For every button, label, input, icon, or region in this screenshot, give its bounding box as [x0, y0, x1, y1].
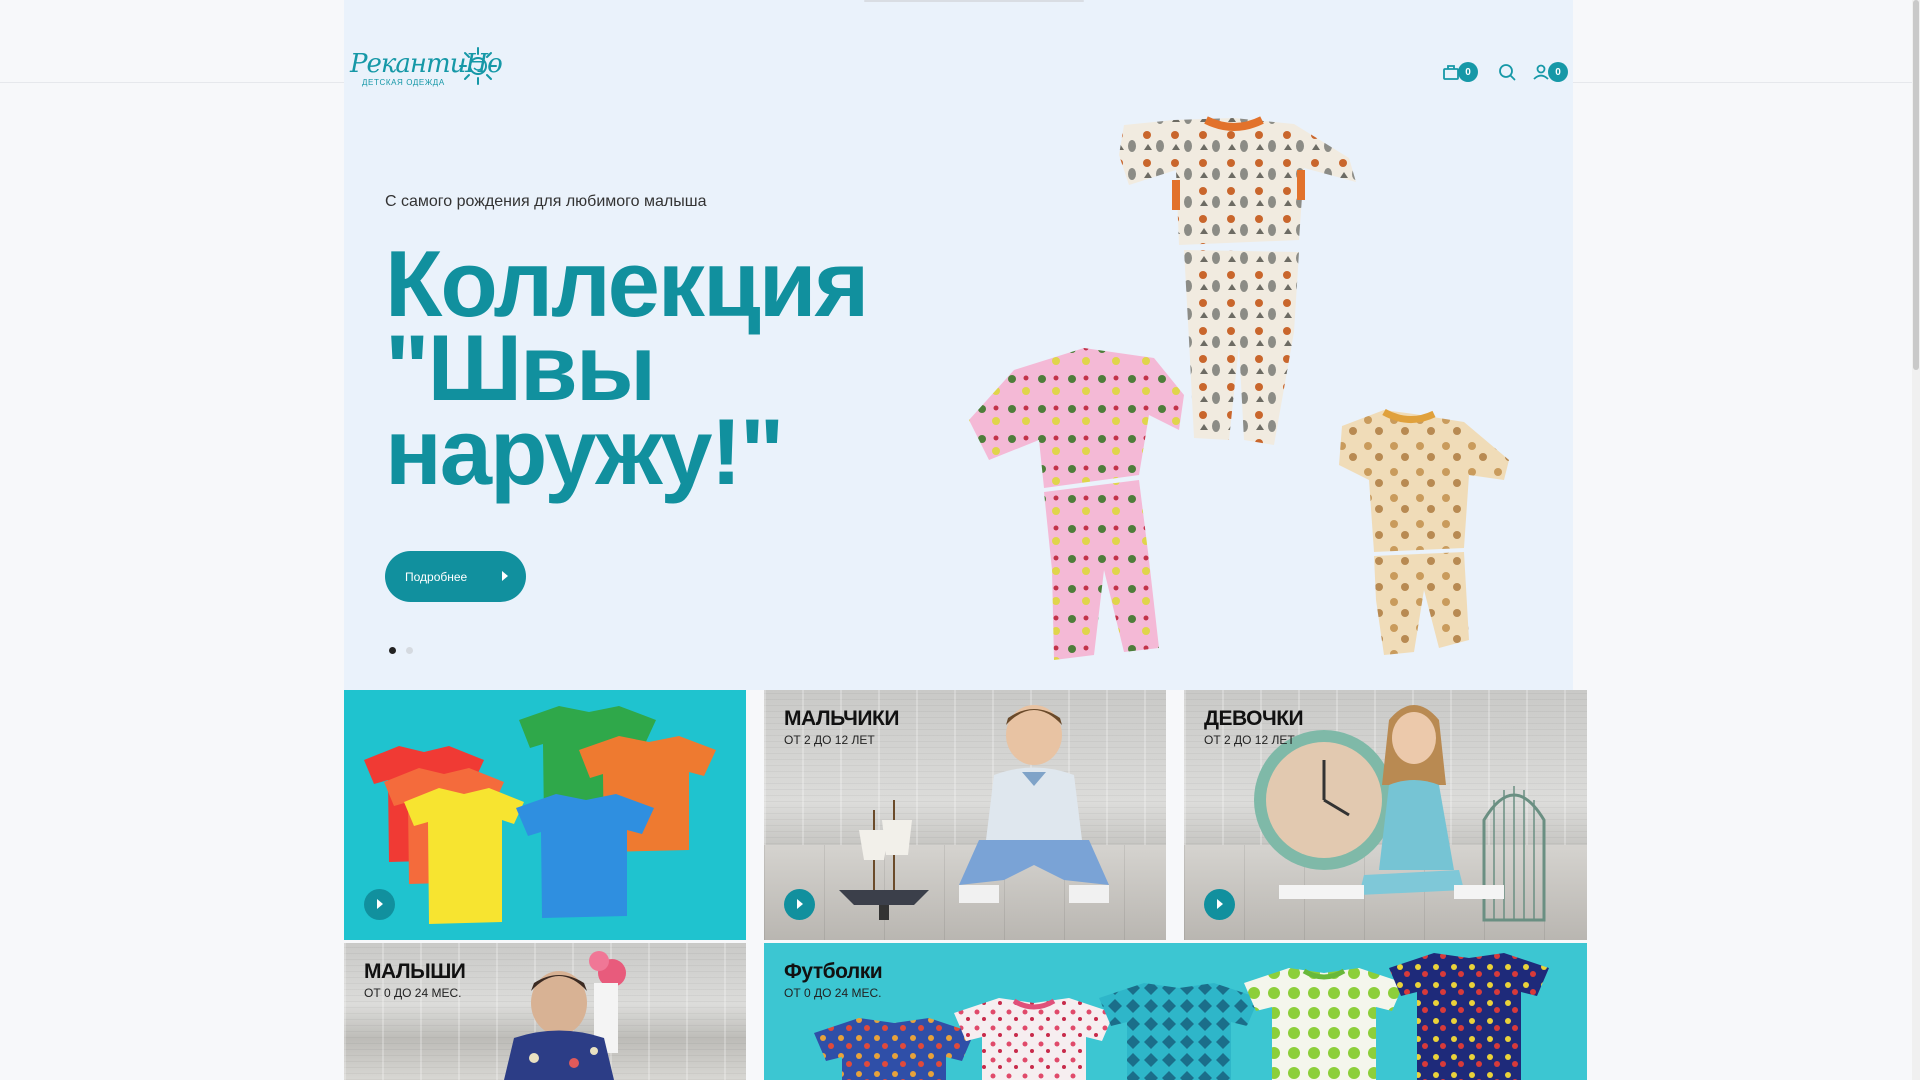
header-actions: 0 0 [1441, 60, 1573, 84]
tile-subtitle: ОТ 0 ДО 24 МЕС. [784, 986, 882, 1000]
tile-title: МАЛЫШИ [364, 960, 466, 983]
site-logo[interactable]: РекантиНо ДЕТСКАЯ ОДЕЖДА [350, 46, 503, 90]
more-button[interactable]: Подробнее [385, 551, 526, 602]
top-strip [864, 0, 1084, 2]
page: РекантиНо ДЕТСКАЯ ОДЕЖДА 0 0 С самого ро… [344, 0, 1588, 1080]
tile-title: МАЛЬЧИКИ [784, 707, 899, 730]
tile-subtitle: ОТ 0 ДО 24 МЕС. [364, 986, 462, 1000]
tile-title: Футболки [784, 960, 883, 983]
hero-title-line: наружу!" [385, 399, 784, 504]
tile-arrow-button[interactable] [1204, 889, 1235, 920]
hero-banner: РекантиНо ДЕТСКАЯ ОДЕЖДА 0 0 С самого ро… [344, 0, 1573, 690]
search-icon[interactable] [1497, 62, 1517, 82]
tile-subtitle: ОТ 2 ДО 12 ЛЕТ [784, 733, 875, 747]
hero-subtitle: С самого рождения для любимого малыша [385, 193, 707, 210]
tile-arrow-button[interactable] [784, 889, 815, 920]
scrollbar[interactable] [1912, 0, 1920, 1080]
chevron-right-icon [502, 571, 508, 581]
logo-tagline: ДЕТСКАЯ ОДЕЖДА [362, 78, 445, 87]
slider-dot[interactable] [406, 647, 413, 654]
category-tile-tshirts-colors[interactable] [344, 690, 746, 940]
site-header: РекантиНо ДЕТСКАЯ ОДЕЖДА 0 0 [344, 40, 1573, 90]
category-tile-girls[interactable]: ДЕВОЧКИ ОТ 2 ДО 12 ЛЕТ [1184, 690, 1587, 940]
sun-icon [459, 47, 497, 85]
account-button[interactable]: 0 [1531, 60, 1573, 84]
category-tile-tshirts[interactable]: Футболки ОТ 0 ДО 24 МЕС. [764, 943, 1587, 1080]
slider-dot-active[interactable] [389, 647, 396, 654]
tile-arrow-button[interactable] [364, 889, 395, 920]
cart-button[interactable]: 0 [1441, 60, 1483, 84]
printed-tshirts-image [814, 953, 1549, 1080]
tile-title: ДЕВОЧКИ [1204, 707, 1304, 730]
category-tile-boys[interactable]: МАЛЬЧИКИ ОТ 2 ДО 12 ЛЕТ [764, 690, 1166, 940]
category-tile-babies[interactable]: МАЛЫШИ ОТ 0 ДО 24 МЕС. [344, 943, 746, 1080]
colored-tshirts-image [364, 706, 716, 924]
cart-count-badge: 0 [1458, 62, 1478, 82]
slider-dots [389, 647, 413, 654]
hero-product-image [969, 116, 1509, 660]
user-count-badge: 0 [1548, 62, 1568, 82]
hero-title: Коллекция "Швы наружу!" [385, 237, 945, 499]
hero-text: С самого рождения для любимого малыша Ко… [385, 192, 945, 499]
scrollbar-thumb[interactable] [1913, 0, 1919, 370]
tile-subtitle: ОТ 2 ДО 12 ЛЕТ [1204, 733, 1295, 747]
more-button-label: Подробнее [405, 569, 468, 584]
